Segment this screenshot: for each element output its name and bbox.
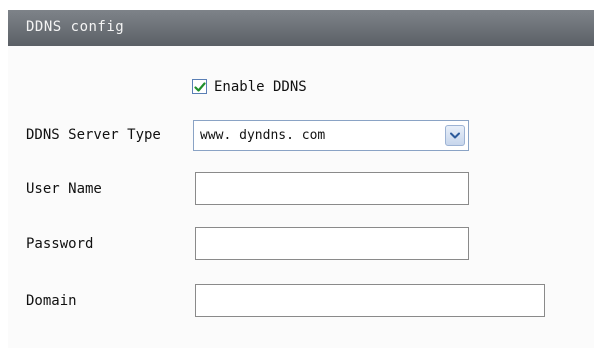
panel-title: DDNS config <box>26 19 125 35</box>
chevron-down-icon <box>450 132 460 139</box>
enable-ddns-checkbox[interactable] <box>192 79 207 94</box>
server-type-dropdown-button[interactable] <box>445 125 465 146</box>
server-type-label: DDNS Server Type <box>26 127 161 143</box>
domain-label: Domain <box>26 293 77 309</box>
server-type-select[interactable]: www. dyndns. com <box>193 120 469 151</box>
user-name-field[interactable] <box>195 172 469 205</box>
password-label: Password <box>26 236 94 252</box>
domain-field[interactable] <box>195 284 545 317</box>
user-name-label: User Name <box>26 181 102 197</box>
checkmark-icon <box>194 82 206 92</box>
enable-ddns-label[interactable]: Enable DDNS <box>214 79 307 95</box>
password-field[interactable] <box>195 227 469 260</box>
server-type-value: www. dyndns. com <box>200 128 326 143</box>
